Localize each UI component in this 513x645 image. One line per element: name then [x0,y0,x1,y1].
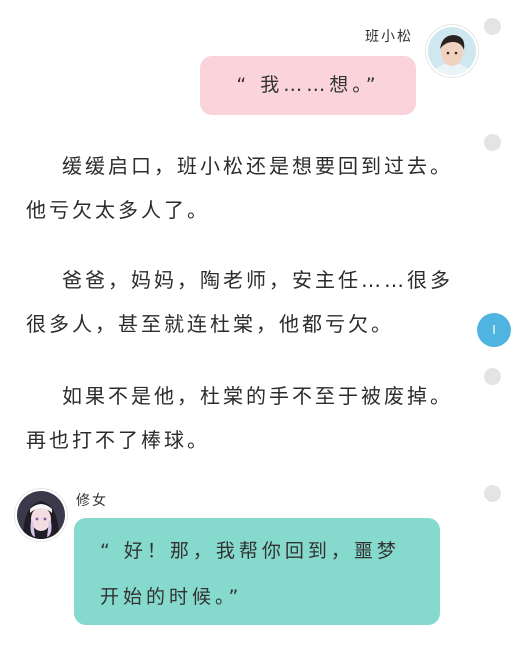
narration-text-2: 爸爸，妈妈，陶老师，安主任……很多很多人，甚至就连杜棠，他都亏欠。 [26,268,453,336]
narration-text-1: 缓缓启口，班小松还是想要回到过去。他亏欠太多人了。 [26,154,453,222]
speaker-name-nun: 修女 [76,493,108,509]
narration-paragraph-3: 如果不是他，杜棠的手不至于被废掉。再也打不了棒球。 [26,374,456,462]
speech-bubble-nun: “ 好！那，我帮你回到，噩梦开始的时候。” [74,518,440,625]
timeline-dot[interactable] [484,485,501,502]
speech-bubble-ban-xiaosong: “ 我……想。” [200,56,416,115]
narration-paragraph-1: 缓缓启口，班小松还是想要回到过去。他亏欠太多人了。 [26,144,456,232]
current-position-marker[interactable]: I [477,313,511,347]
boy-avatar-icon[interactable] [426,25,478,77]
timeline-dot[interactable] [484,134,501,151]
narration-text-3: 如果不是他，杜棠的手不至于被废掉。再也打不了棒球。 [26,384,453,452]
narration-paragraph-2: 爸爸，妈妈，陶老师，安主任……很多很多人，甚至就连杜棠，他都亏欠。 [26,258,456,346]
speaker-name-ban-xiaosong: 班小松 [365,29,413,45]
timeline-dot[interactable] [484,368,501,385]
nun-avatar-icon[interactable] [15,489,67,541]
timeline-dot[interactable] [484,18,501,35]
